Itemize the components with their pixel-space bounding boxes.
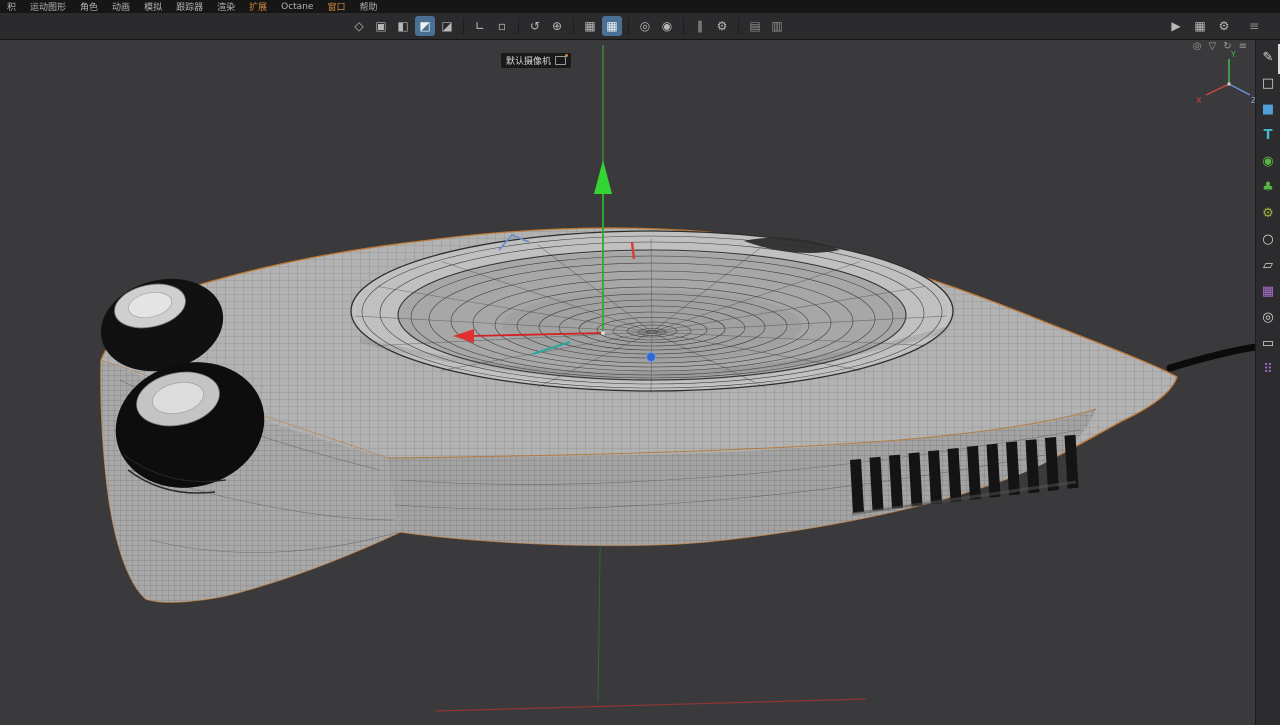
mode-tool-group: ◇ ▣ ◧ ◩ ◪ [348,16,458,36]
make-editable-icon[interactable]: ◇ [349,16,369,36]
menu-item-volume[interactable]: 积 [0,0,23,13]
viewport-header-icons: ◎ ▽ ↻ ≡ [1193,41,1247,52]
menu-item-window[interactable]: 窗口 [320,0,352,13]
render-button-group: ▶ ▦ ⚙ ≡ [1164,16,1266,36]
picture-viewer-icon[interactable]: ▦ [1190,16,1210,36]
subdivision-surface-icon[interactable]: ◉ [1256,148,1280,174]
deformer-gear-icon[interactable]: ⚙ [1256,200,1280,226]
toolbar-separator [683,18,684,34]
magnet-snap-icon[interactable]: ◉ [657,16,677,36]
menu-item-character[interactable]: 角色 [73,0,105,13]
axis-x-label: X [1196,96,1202,105]
viewport-menu-icon[interactable]: ≡ [1239,41,1247,52]
menu-item-tracker[interactable]: 跟踪器 [169,0,210,13]
render-settings-icon[interactable]: ⚙ [1214,16,1234,36]
cloner-icon[interactable]: ▦ [1256,278,1280,304]
uv-mode-icon[interactable]: ◪ [437,16,457,36]
render-view-icon[interactable]: ▶ [1166,16,1186,36]
menu-bar: 积 运动图形 角色 动画 模拟 跟踪器 渲染 扩展 Octane 窗口 帮助 [0,0,1280,13]
axis-modify-icon[interactable]: ⊕ [547,16,567,36]
wireframe-model[interactable] [91,227,1255,603]
motext-icon[interactable]: T [1256,122,1280,148]
camera-icon [555,54,569,65]
matrix-icon[interactable]: ⠿ [1256,356,1280,382]
z-axis-dot[interactable] [646,352,656,362]
coordinate-group: ↺ ⊕ [524,16,568,36]
menu-item-animate[interactable]: 动画 [105,0,137,13]
snap-icon[interactable]: ◎ [635,16,655,36]
menu-item-simulate[interactable]: 模拟 [137,0,169,13]
toolbar-separator [738,18,739,34]
toolbar-separator [573,18,574,34]
model-mode-icon[interactable]: ▣ [371,16,391,36]
workplane-icon[interactable]: ∟ [470,16,490,36]
texture-mode-icon[interactable]: ◧ [393,16,413,36]
toolbar-separator [628,18,629,34]
workplane-group: ∟ ▫ [469,16,513,36]
cache-icon[interactable]: ▥ [767,16,787,36]
refresh-icon[interactable]: ↻ [1223,41,1231,52]
volume-cube-icon[interactable]: ■ [1256,96,1280,122]
menu-item-extensions[interactable]: 扩展 [242,0,274,13]
bake-icon[interactable]: ▤ [745,16,765,36]
world-x-axis-line [435,698,867,712]
spline-circle-icon[interactable]: ○ [1256,226,1280,252]
floor-icon[interactable]: ▭ [1256,330,1280,356]
pen-tool-icon[interactable]: ✎ [1256,44,1280,70]
object-tool-sidebar: ✎ □ ■ T ◉ ♣ ⚙ ○ ▱ ▦ ◎ ▭ ⠿ [1255,40,1280,725]
gizmo-center[interactable] [601,331,605,335]
toolbar-separator [518,18,519,34]
workplane-lock-icon[interactable]: ▫ [492,16,512,36]
y-axis-arrow[interactable] [594,160,612,194]
generator-icon[interactable]: ♣ [1256,174,1280,200]
tweak-mode-icon[interactable]: ∥ [690,16,710,36]
camera-label-text: 默认摄像机 [506,57,552,67]
layout-icon[interactable]: ≡ [1244,16,1264,36]
plane-icon[interactable]: ▱ [1256,252,1280,278]
menu-item-octane[interactable]: Octane [274,2,320,12]
polygon-mode-icon[interactable]: ◩ [415,16,435,36]
3d-viewport[interactable]: Y X Z 默认摄像机 ◎ ▽ ↻ ≡ [0,40,1255,725]
menu-item-help[interactable]: 帮助 [352,0,384,13]
bake-group: ▤ ▥ [744,16,788,36]
grid-snap-icon[interactable]: ▦ [580,16,600,36]
menu-item-render[interactable]: 渲染 [210,0,242,13]
modeling-group: ∥ ⚙ [689,16,733,36]
coordinate-system-icon[interactable]: ↺ [525,16,545,36]
snap-group: ◎ ◉ [634,16,678,36]
filter-icon[interactable]: ▽ [1209,41,1217,52]
display-mode-icon[interactable]: ◎ [1193,41,1202,52]
camera-label[interactable]: 默认摄像机 [501,53,572,68]
cube-primitive-icon[interactable]: □ [1256,70,1280,96]
menu-item-mograph[interactable]: 运动图形 [23,0,73,13]
quantize-icon[interactable]: ▦ [602,16,622,36]
main-toolbar: ◇ ▣ ◧ ◩ ◪ ∟ ▫ ↺ ⊕ ▦ ▦ ◎ ◉ ∥ ⚙ ▤ ▥ ▶ ▦ ⚙ … [0,13,1280,40]
turntable-platter [350,230,954,394]
sky-icon[interactable]: ◎ [1256,304,1280,330]
toolbar-separator [463,18,464,34]
axis-orientation-gizmo[interactable]: Y X Z [1196,50,1255,105]
modeling-settings-icon[interactable]: ⚙ [712,16,732,36]
power-cable [1166,343,1255,372]
viewport-canvas: Y X Z [0,45,1255,725]
grid-group: ▦ ▦ [579,16,623,36]
